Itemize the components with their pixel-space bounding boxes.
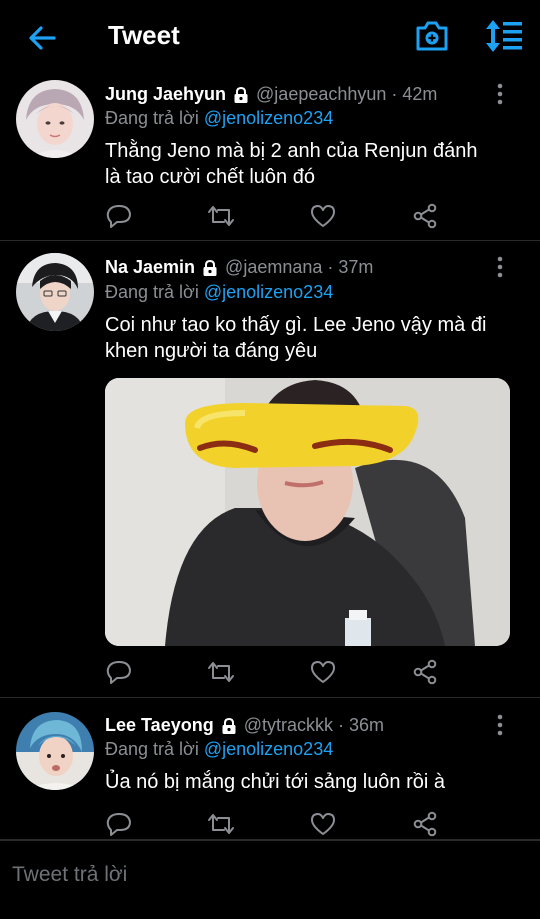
replying-to: Đang trả lời @jenolizeno234 bbox=[105, 108, 333, 129]
avatar[interactable] bbox=[16, 80, 94, 158]
avatar[interactable] bbox=[16, 253, 94, 331]
mention-link[interactable]: @jenolizeno234 bbox=[204, 282, 333, 302]
tweet-text-line: khen người ta đáng yêu bbox=[105, 340, 318, 362]
handle-and-time: @jaepeachhyun · 42m bbox=[256, 84, 438, 104]
tweet-text-line: Coi như tao ko thấy gì. Lee Jeno vậy mà … bbox=[105, 314, 487, 336]
tweet-item[interactable]: Lee Taeyong @tytrackkk · 36m Đang trả lờ… bbox=[0, 698, 540, 840]
tweet-text-line: Thằng Jeno mà bị 2 anh của Renjun đánh bbox=[105, 140, 478, 162]
lock-icon bbox=[203, 259, 217, 276]
tweet-text: Coi như tao ko thấy gì. Lee Jeno vậy mà … bbox=[105, 312, 515, 364]
handle-and-time: @tytrackkk · 36m bbox=[243, 715, 384, 735]
tweet-text: Thằng Jeno mà bị 2 anh của Renjun đánh l… bbox=[105, 138, 515, 190]
share-icon[interactable] bbox=[411, 810, 439, 838]
like-icon[interactable] bbox=[309, 810, 337, 838]
tweet-image[interactable] bbox=[105, 378, 510, 646]
reply-composer: Tweet trả lời bbox=[0, 840, 540, 919]
display-name[interactable]: Lee Taeyong bbox=[105, 715, 214, 736]
tweet-text: Ủa nó bị mắng chửi tới sảng luôn rồi à bbox=[105, 769, 515, 795]
reply-icon[interactable] bbox=[105, 658, 133, 686]
replying-to: Đang trả lời @jenolizeno234 bbox=[105, 739, 333, 760]
avatar[interactable] bbox=[16, 712, 94, 790]
share-icon[interactable] bbox=[411, 658, 439, 686]
share-icon[interactable] bbox=[411, 202, 439, 230]
handle-and-time: @jaemnana · 37m bbox=[225, 257, 374, 277]
tweet-header: Na Jaemin @jaemnana · 37m bbox=[105, 257, 373, 278]
arrow-left-icon[interactable] bbox=[26, 22, 58, 54]
like-icon[interactable] bbox=[309, 658, 337, 686]
replying-to: Đang trả lời @jenolizeno234 bbox=[105, 282, 333, 303]
more-options-icon[interactable] bbox=[492, 255, 508, 279]
tweet-text-line: là tao cười chết luôn đó bbox=[105, 166, 315, 188]
camera-icon[interactable] bbox=[414, 18, 450, 54]
tweet-header: Jung Jaehyun @jaepeachhyun · 42m bbox=[105, 84, 437, 105]
tweet-actions bbox=[105, 810, 445, 840]
lock-icon bbox=[234, 86, 248, 103]
retweet-icon[interactable] bbox=[207, 658, 235, 686]
mention-link[interactable]: @jenolizeno234 bbox=[204, 108, 333, 128]
like-icon[interactable] bbox=[309, 202, 337, 230]
tweet-header: Lee Taeyong @tytrackkk · 36m bbox=[105, 715, 384, 736]
tweet-actions bbox=[105, 202, 445, 232]
replying-to-label: Đang trả lời bbox=[105, 108, 204, 128]
more-options-icon[interactable] bbox=[492, 713, 508, 737]
replying-to-label: Đang trả lời bbox=[105, 282, 204, 302]
tweet-text-line: Ủa nó bị mắng chửi tới sảng luôn rồi à bbox=[105, 771, 446, 793]
retweet-icon[interactable] bbox=[207, 202, 235, 230]
mention-link[interactable]: @jenolizeno234 bbox=[204, 739, 333, 759]
top-bar: Tweet bbox=[0, 0, 540, 74]
tweet-actions bbox=[105, 658, 445, 688]
reply-icon[interactable] bbox=[105, 810, 133, 838]
display-name[interactable]: Na Jaemin bbox=[105, 257, 195, 278]
reply-input[interactable]: Tweet trả lời bbox=[12, 863, 127, 887]
retweet-icon[interactable] bbox=[207, 810, 235, 838]
replying-to-label: Đang trả lời bbox=[105, 739, 204, 759]
more-options-icon[interactable] bbox=[492, 82, 508, 106]
page-title: Tweet bbox=[108, 20, 180, 50]
sort-icon[interactable] bbox=[484, 18, 524, 54]
reply-icon[interactable] bbox=[105, 202, 133, 230]
lock-icon bbox=[222, 717, 236, 734]
tweet-item[interactable]: Jung Jaehyun @jaepeachhyun · 42m Đang tr… bbox=[0, 74, 540, 241]
display-name[interactable]: Jung Jaehyun bbox=[105, 84, 226, 105]
